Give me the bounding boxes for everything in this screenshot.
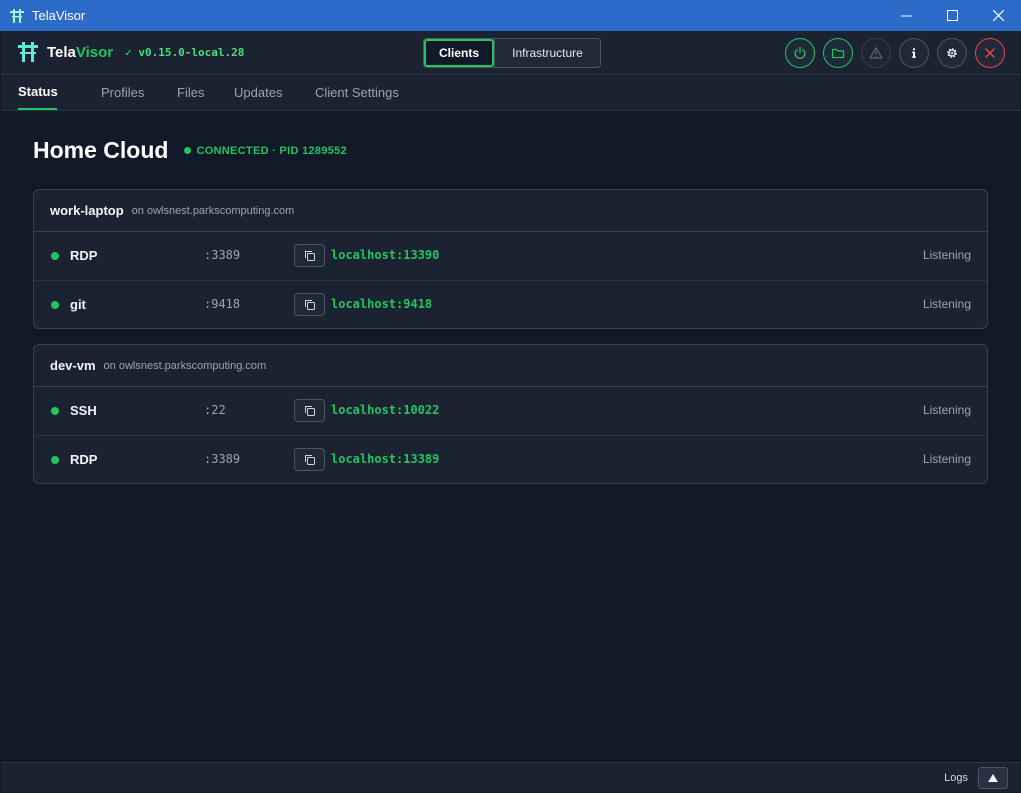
- chevron-up-icon: [988, 774, 998, 782]
- minimize-button[interactable]: [883, 0, 929, 31]
- machine-header: work-laptop on owlsnest.parkscomputing.c…: [34, 190, 987, 232]
- tab-bar: Status Profiles Files Updates Client Set…: [1, 75, 1020, 111]
- service-row: SSH :22 localhost:10022 Listening: [34, 387, 987, 435]
- machine-card: work-laptop on owlsnest.parkscomputing.c…: [33, 189, 988, 329]
- window-titlebar: TelaVisor: [0, 0, 1021, 31]
- local-address[interactable]: localhost:10022: [331, 403, 439, 417]
- service-name: RDP: [70, 452, 98, 467]
- status-badge: CONNECTED · PID 1289552: [184, 145, 347, 157]
- quit-button[interactable]: [975, 38, 1005, 68]
- folder-icon: [831, 48, 845, 59]
- info-icon: [912, 48, 916, 58]
- service-state: Listening: [922, 403, 971, 417]
- close-icon: [992, 10, 1004, 21]
- tela-app-icon: [10, 8, 24, 23]
- local-address[interactable]: localhost:13389: [331, 452, 439, 466]
- close-icon: [985, 48, 995, 58]
- tab-status[interactable]: Status: [18, 75, 58, 110]
- about-button[interactable]: [899, 38, 929, 68]
- tela-logo-icon: [18, 42, 38, 62]
- page-header: Home Cloud CONNECTED · PID 1289552: [33, 137, 347, 164]
- app-header: TelaVisor ✓ v0.15.0-local.28 Clients Inf…: [1, 31, 1020, 75]
- service-name: RDP: [70, 248, 98, 263]
- service-status-dot-icon: [51, 407, 59, 415]
- open-folder-button[interactable]: [823, 38, 853, 68]
- service-row: RDP :3389 localhost:13390 Listening: [34, 232, 987, 280]
- service-port: :9418: [204, 297, 241, 311]
- service-state: Listening: [922, 297, 971, 311]
- warnings-button[interactable]: [861, 38, 891, 68]
- machine-header: dev-vm on owlsnest.parkscomputing.com: [34, 345, 987, 387]
- header-actions: [785, 38, 1013, 68]
- maximize-icon: [946, 10, 958, 21]
- window-close-button[interactable]: [975, 0, 1021, 31]
- brand-name: TelaVisor: [47, 43, 114, 61]
- service-port: :3389: [204, 452, 241, 466]
- service-port: :3389: [204, 248, 241, 262]
- window-title: TelaVisor: [32, 8, 86, 23]
- settings-button[interactable]: [937, 38, 967, 68]
- copy-address-button[interactable]: [294, 244, 325, 267]
- maximize-button[interactable]: [929, 0, 975, 31]
- copy-icon: [304, 405, 315, 416]
- copy-icon: [304, 454, 315, 465]
- machine-host: on owlsnest.parkscomputing.com: [103, 359, 267, 372]
- status-dot-icon: [184, 147, 192, 154]
- copy-address-button[interactable]: [294, 399, 325, 422]
- service-row: RDP :3389 localhost:13389 Listening: [34, 435, 987, 483]
- version-label: ✓ v0.15.0-local.28: [125, 45, 245, 59]
- copy-icon: [304, 250, 315, 261]
- tab-client-settings[interactable]: Client Settings: [315, 75, 399, 110]
- power-icon: [794, 46, 806, 59]
- infrastructure-mode-button[interactable]: Infrastructure: [494, 39, 600, 67]
- service-row: git :9418 localhost:9418 Listening: [34, 280, 987, 328]
- logs-label: Logs: [944, 772, 968, 784]
- logs-toggle-button[interactable]: [978, 767, 1008, 789]
- machine-card: dev-vm on owlsnest.parkscomputing.com SS…: [33, 344, 988, 484]
- service-status-dot-icon: [51, 456, 59, 464]
- local-address[interactable]: localhost:9418: [331, 297, 432, 311]
- tab-updates[interactable]: Updates: [234, 75, 282, 110]
- local-address[interactable]: localhost:13390: [331, 248, 439, 262]
- warning-icon: [869, 47, 883, 59]
- copy-icon: [304, 299, 315, 310]
- machine-name: dev-vm: [50, 358, 96, 373]
- footer-bar: Logs: [1, 762, 1020, 792]
- service-state: Listening: [922, 452, 971, 466]
- tab-profiles[interactable]: Profiles: [101, 75, 144, 110]
- minimize-icon: [900, 15, 912, 17]
- copy-address-button[interactable]: [294, 293, 325, 316]
- mode-toggle: Clients Infrastructure: [423, 38, 601, 68]
- connection-status: CONNECTED · PID 1289552: [196, 144, 348, 157]
- service-status-dot-icon: [51, 252, 59, 260]
- machine-host: on owlsnest.parkscomputing.com: [131, 204, 295, 217]
- service-status-dot-icon: [51, 301, 59, 309]
- service-name: git: [70, 297, 86, 312]
- page-title: Home Cloud: [33, 137, 169, 163]
- service-port: :22: [204, 403, 226, 417]
- copy-address-button[interactable]: [294, 448, 325, 471]
- gear-icon: [947, 48, 957, 58]
- tab-files[interactable]: Files: [177, 75, 204, 110]
- brand: TelaVisor ✓ v0.15.0-local.28: [17, 41, 244, 63]
- clients-mode-button[interactable]: Clients: [424, 39, 494, 67]
- service-name: SSH: [70, 403, 97, 418]
- connect-toggle-button[interactable]: [785, 38, 815, 68]
- service-state: Listening: [922, 248, 971, 262]
- machine-name: work-laptop: [50, 203, 124, 218]
